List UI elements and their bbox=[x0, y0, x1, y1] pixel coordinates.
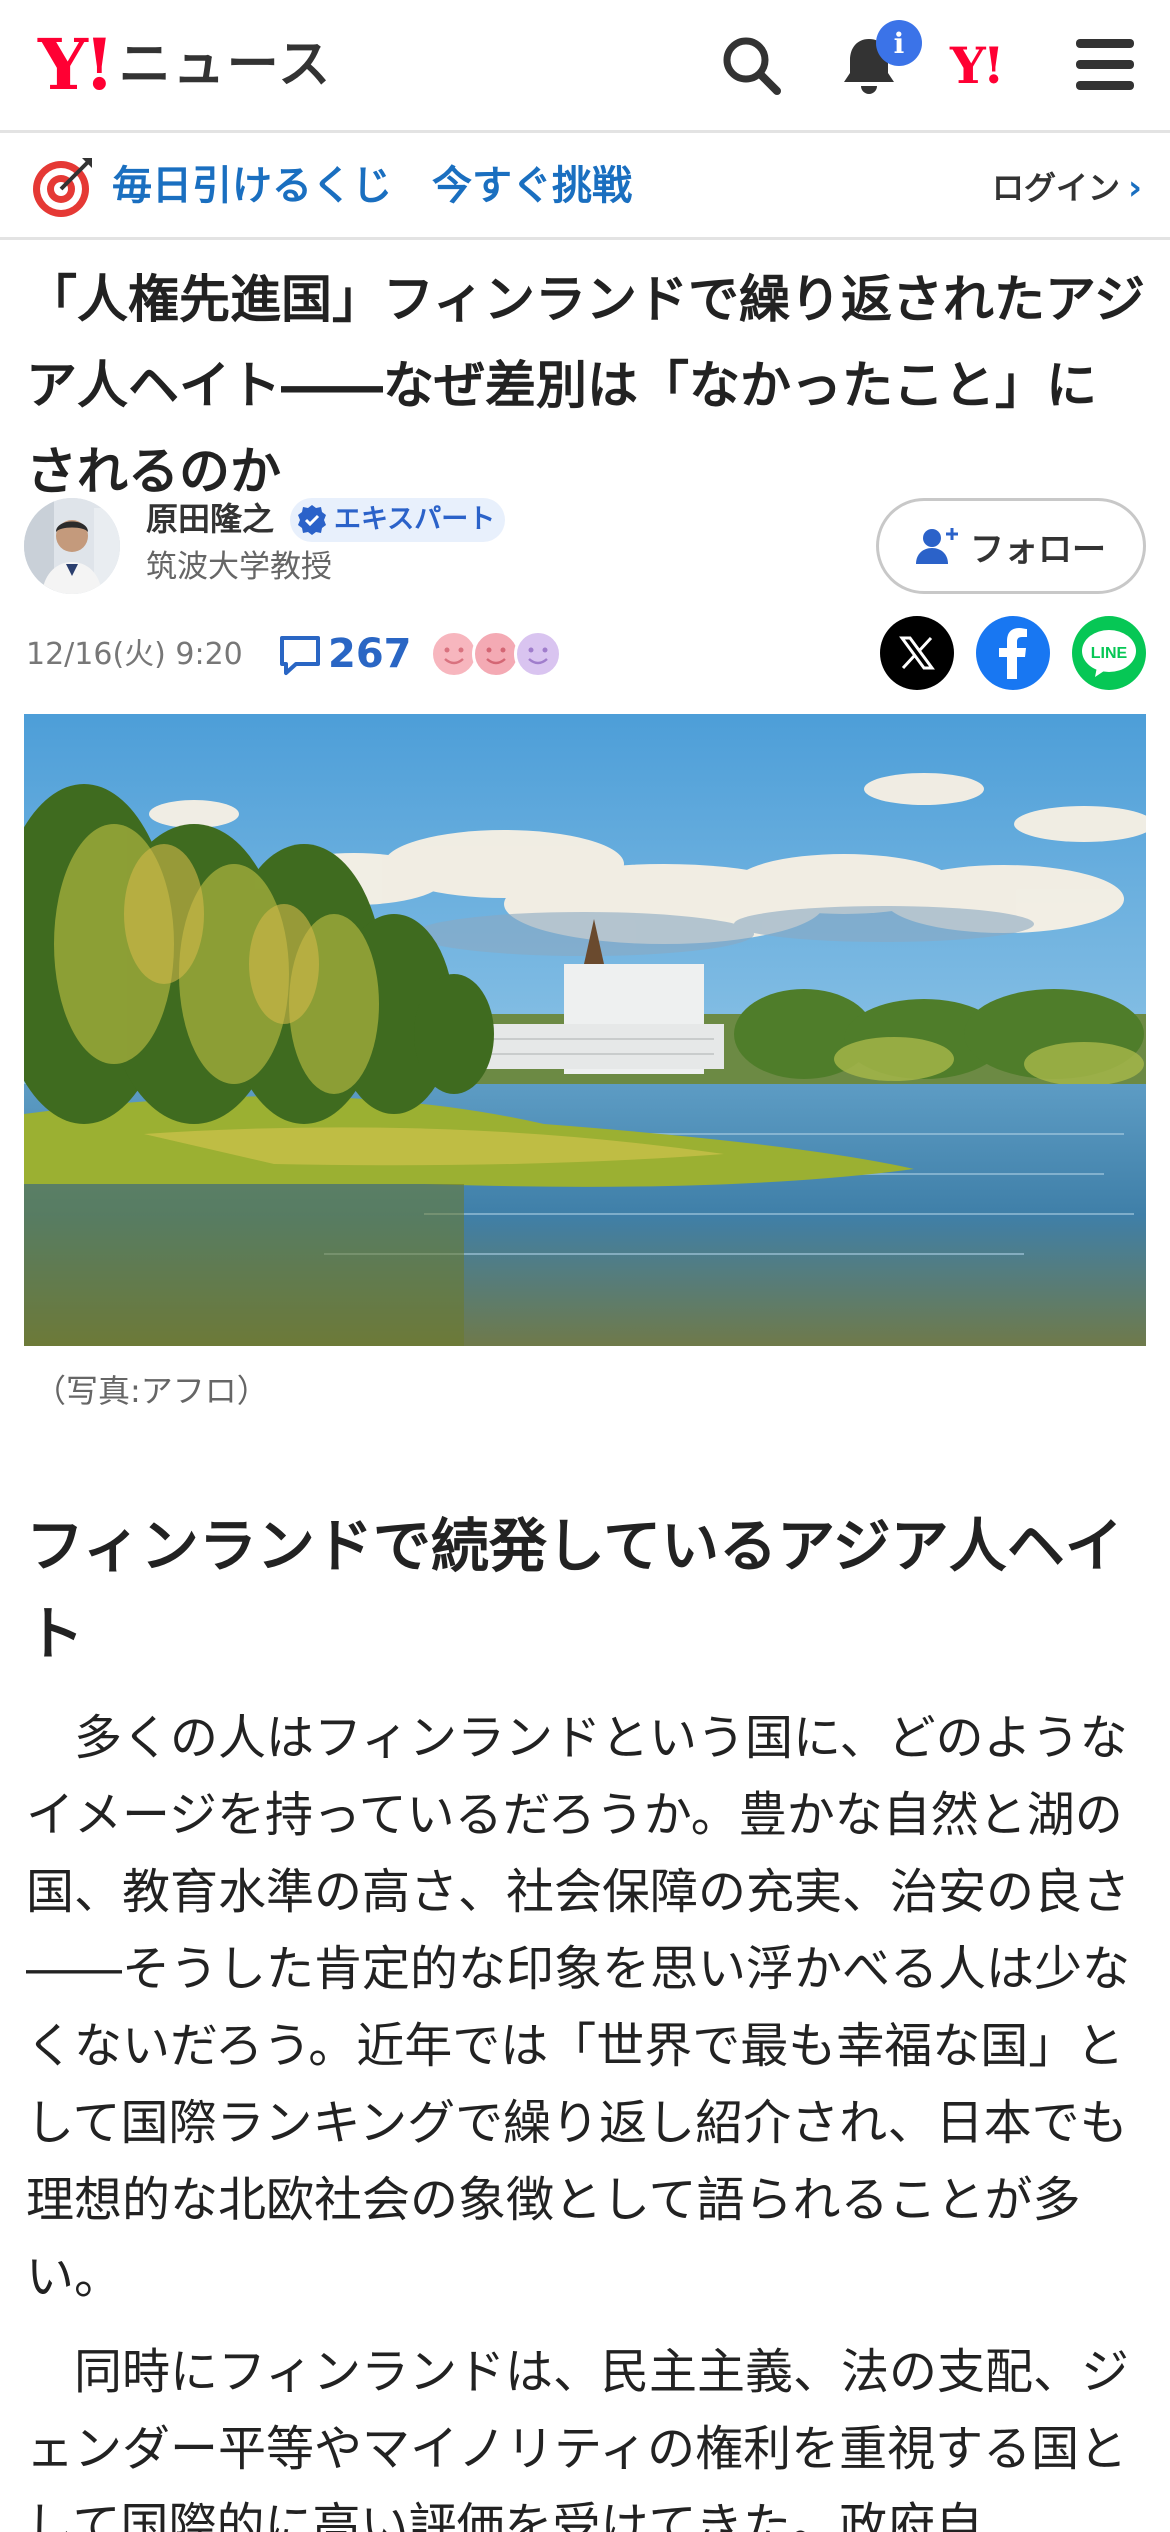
author-role: 筑波大学教授 bbox=[146, 549, 332, 585]
comment-count[interactable]: 267 bbox=[328, 626, 412, 682]
follow-label: フォロー bbox=[970, 529, 1106, 570]
article-paragraph: 多くの人はフィンランドという国に、どのようなイメージを持っているだろうか。豊かな… bbox=[26, 1710, 1131, 2305]
search-icon[interactable] bbox=[716, 30, 786, 100]
promo-text[interactable]: 毎日引けるくじ 今すぐ挑戦 bbox=[112, 158, 632, 214]
share-x-icon[interactable] bbox=[880, 616, 954, 690]
share-facebook-icon[interactable] bbox=[976, 616, 1050, 690]
reaction-smile-icon bbox=[430, 630, 478, 678]
verified-check-icon bbox=[298, 505, 326, 535]
lottery-promo-bar[interactable]: 毎日引けるくじ 今すぐ挑戦 ログイン › bbox=[0, 136, 1170, 240]
yahoo-news-logo[interactable]: Y! ニュース bbox=[38, 30, 332, 100]
expert-label: エキスパート bbox=[334, 504, 496, 535]
author-avatar[interactable] bbox=[24, 498, 120, 594]
logo-text: ニュース bbox=[118, 35, 333, 95]
author-name[interactable]: 原田隆之 bbox=[146, 496, 274, 542]
hamburger-menu-icon[interactable] bbox=[1070, 30, 1140, 100]
section-heading: フィンランドで続発しているアジア人ヘイト bbox=[26, 1512, 1123, 1668]
top-header: Y! ニュース i Y! bbox=[0, 0, 1170, 133]
add-user-icon bbox=[916, 528, 958, 564]
expert-badge: エキスパート bbox=[290, 498, 506, 542]
article-paragraph: 同時にフィンランドは、民主主義、法の支配、ジェンダー平等やマイノリティの権利を重… bbox=[26, 2344, 1130, 2532]
follow-button[interactable]: フォロー bbox=[876, 498, 1146, 594]
photo-caption: （写真:アフロ） bbox=[34, 1372, 269, 1410]
yahoo-home-icon[interactable]: Y! bbox=[950, 34, 1030, 98]
article-title: 「人権先進国」フィンランドで繰り返されたアジア人ヘイト――なぜ差別は「なかったこ… bbox=[26, 271, 1145, 502]
target-icon bbox=[33, 158, 92, 217]
login-link[interactable]: ログイン › bbox=[992, 162, 1142, 214]
notification-badge: i bbox=[876, 20, 922, 66]
share-line-icon[interactable]: LINE bbox=[1072, 616, 1146, 690]
chevron-right-icon: › bbox=[1127, 168, 1142, 208]
reaction-calm-icon bbox=[514, 630, 562, 678]
reaction-happy-icon bbox=[472, 630, 520, 678]
svg-text:LINE: LINE bbox=[1091, 645, 1128, 662]
login-label: ログイン bbox=[991, 169, 1120, 207]
logo-mark: Y! bbox=[38, 23, 115, 106]
article-photo[interactable] bbox=[24, 714, 1146, 1346]
comment-icon[interactable] bbox=[278, 632, 322, 678]
publish-date: 12/16(火) 9:20 bbox=[26, 637, 243, 672]
